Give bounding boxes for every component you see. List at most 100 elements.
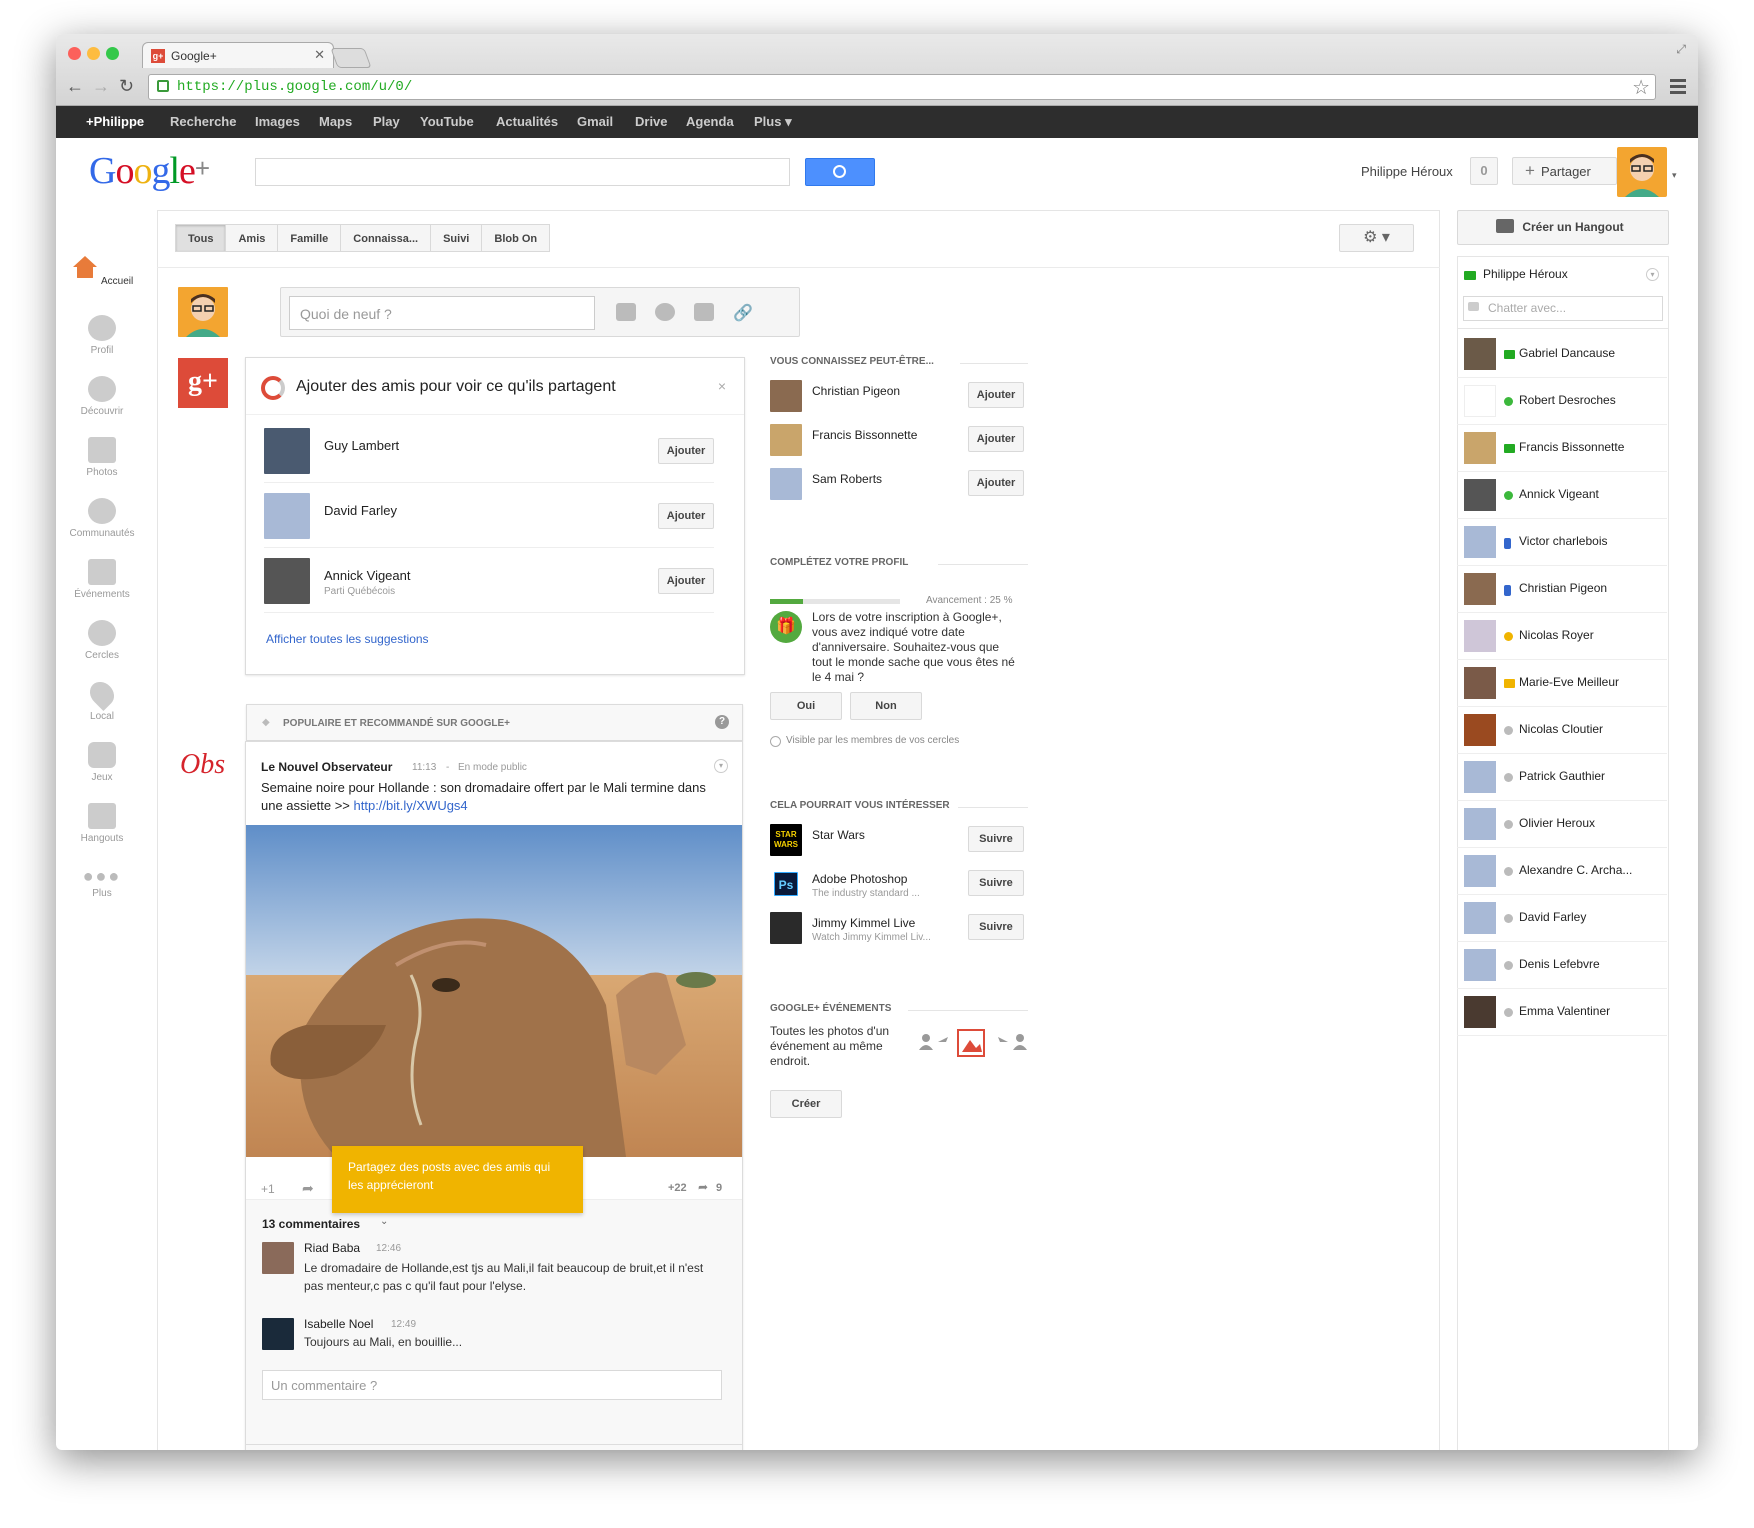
page-name[interactable]: Star Wars xyxy=(812,828,865,842)
nav-local[interactable]: Local xyxy=(56,677,148,722)
nav-hangouts[interactable]: Hangouts xyxy=(56,803,148,844)
share-tooltip[interactable]: Partagez des posts avec des amis qui les… xyxy=(332,1146,583,1213)
event-calendar-icon[interactable] xyxy=(694,303,714,321)
stream-settings-button[interactable]: ⚙ ▾ xyxy=(1339,224,1414,252)
chat-contact-row[interactable]: Annick Vigeant xyxy=(1457,472,1667,519)
avatar[interactable] xyxy=(770,468,802,500)
photo-icon[interactable] xyxy=(616,303,636,321)
comment-author[interactable]: Riad Baba xyxy=(304,1241,360,1255)
show-all-suggestions-link[interactable]: Afficher toutes les suggestions xyxy=(266,632,429,646)
close-window-button[interactable] xyxy=(68,47,81,60)
tab-all[interactable]: Tous xyxy=(175,224,227,252)
close-tab-icon[interactable]: ✕ xyxy=(314,47,325,63)
address-bar[interactable]: https://plus.google.com/u/0/ xyxy=(148,74,1656,100)
google-plus-logo[interactable]: Google+ xyxy=(89,149,210,193)
nav-home[interactable]: Accueil xyxy=(56,254,148,287)
browser-tab[interactable]: g+ Google+ ✕ xyxy=(142,42,334,68)
share-count[interactable]: 9 xyxy=(716,1182,722,1194)
chat-search-input[interactable]: Chatter avec... xyxy=(1463,296,1663,321)
gbar-link-drive[interactable]: Drive xyxy=(635,114,668,129)
zoom-window-button[interactable] xyxy=(106,47,119,60)
avatar[interactable] xyxy=(264,558,310,604)
post-visibility[interactable]: En mode public xyxy=(458,762,527,773)
whats-new-input[interactable]: Quoi de neuf ? xyxy=(289,296,595,330)
page-name[interactable]: Jimmy Kimmel Live xyxy=(812,916,915,930)
starwars-logo[interactable]: STAR WARS xyxy=(770,824,802,856)
nav-circles[interactable]: Cercles xyxy=(56,620,148,661)
photoshop-logo[interactable]: Ps xyxy=(774,872,798,896)
add-button[interactable]: Ajouter xyxy=(658,568,714,594)
search-button[interactable] xyxy=(805,158,875,186)
nav-discover[interactable]: Découvrir xyxy=(56,376,148,417)
kimmel-avatar[interactable] xyxy=(770,912,802,944)
comment-input[interactable]: Un commentaire ? xyxy=(262,1370,722,1400)
chat-contact-row[interactable]: Denis Lefebvre xyxy=(1457,942,1667,989)
nav-games[interactable]: Jeux xyxy=(56,742,148,783)
add-button[interactable]: Ajouter xyxy=(658,438,714,464)
post-link[interactable]: http://bit.ly/XWUgs4 xyxy=(354,798,468,813)
avatar[interactable] xyxy=(770,380,802,412)
chat-contact-row[interactable]: Francis Bissonnette xyxy=(1457,425,1667,472)
account-avatar[interactable] xyxy=(1617,147,1667,197)
chat-contact-row[interactable]: Nicolas Cloutier xyxy=(1457,707,1667,754)
avatar[interactable] xyxy=(262,1318,294,1350)
chat-contact-row[interactable]: Alexandre C. Archa... xyxy=(1457,848,1667,895)
back-icon[interactable]: ← xyxy=(66,76,84,97)
chat-me-name[interactable]: Philippe Héroux xyxy=(1483,267,1568,281)
comment-author[interactable]: Isabelle Noel xyxy=(304,1317,373,1331)
gbar-link-youtube[interactable]: YouTube xyxy=(420,114,474,129)
link-icon[interactable]: 🔗 xyxy=(733,303,753,322)
avatar[interactable] xyxy=(262,1242,294,1274)
tab-acquaintances[interactable]: Connaissa... xyxy=(340,224,432,252)
account-chevron-down-icon[interactable]: ▾ xyxy=(1672,170,1677,181)
gbar-link-calendar[interactable]: Agenda xyxy=(686,114,734,129)
search-input[interactable] xyxy=(255,158,790,186)
create-event-button[interactable]: Créer xyxy=(770,1090,842,1118)
account-name[interactable]: Philippe Héroux xyxy=(1361,164,1453,179)
plus-one-button[interactable]: +1 xyxy=(261,1182,275,1196)
person-name[interactable]: David Farley xyxy=(324,503,397,518)
reload-icon[interactable]: ↻ xyxy=(119,76,134,97)
add-button[interactable]: Ajouter xyxy=(968,382,1024,408)
gbar-link-more[interactable]: Plus ▾ xyxy=(754,114,792,130)
new-tab-button[interactable] xyxy=(330,48,372,68)
minimize-window-button[interactable] xyxy=(87,47,100,60)
chat-contact-row[interactable]: David Farley xyxy=(1457,895,1667,942)
gbar-link-maps[interactable]: Maps xyxy=(319,114,352,129)
create-hangout-button[interactable]: Créer un Hangout xyxy=(1457,210,1669,245)
chat-contact-row[interactable]: Emma Valentiner xyxy=(1457,989,1667,1036)
person-name[interactable]: Sam Roberts xyxy=(812,472,882,486)
chat-contact-row[interactable]: Olivier Heroux xyxy=(1457,801,1667,848)
post-author[interactable]: Le Nouvel Observateur xyxy=(261,760,392,774)
bookmark-star-icon[interactable]: ☆ xyxy=(1632,75,1650,100)
follow-button[interactable]: Suivre xyxy=(968,870,1024,896)
avatar[interactable] xyxy=(264,428,310,474)
add-button[interactable]: Ajouter xyxy=(658,503,714,529)
gbar-link-profile[interactable]: +Philippe xyxy=(86,114,144,129)
gbar-link-play[interactable]: Play xyxy=(373,114,400,129)
browser-menu-icon[interactable] xyxy=(1670,79,1686,97)
nav-photos[interactable]: Photos xyxy=(56,437,148,478)
plus-count[interactable]: +22 xyxy=(668,1182,687,1194)
tab-friends[interactable]: Amis xyxy=(225,224,279,252)
share-button[interactable]: + Partager xyxy=(1512,157,1617,185)
chat-contact-row[interactable]: Gabriel Dancause xyxy=(1457,331,1667,378)
tab-family[interactable]: Famille xyxy=(277,224,342,252)
gbar-link-gmail[interactable]: Gmail xyxy=(577,114,613,129)
share-arrow-icon[interactable]: ➦ xyxy=(302,1180,314,1197)
add-button[interactable]: Ajouter xyxy=(968,426,1024,452)
post-time[interactable]: 11:13 xyxy=(412,762,436,773)
close-icon[interactable]: × xyxy=(718,378,726,394)
chat-contact-row[interactable]: Victor charlebois xyxy=(1457,519,1667,566)
help-icon[interactable]: ? xyxy=(715,715,729,729)
comments-count[interactable]: 13 commentaires xyxy=(262,1217,360,1231)
avatar[interactable] xyxy=(770,424,802,456)
person-name[interactable]: Christian Pigeon xyxy=(812,384,900,398)
person-name[interactable]: Annick Vigeant xyxy=(324,568,411,583)
avatar[interactable] xyxy=(264,493,310,539)
post-menu-chevron-icon[interactable]: ▾ xyxy=(714,759,728,773)
obs-logo[interactable]: Obs xyxy=(180,749,225,781)
nav-events[interactable]: Événements xyxy=(56,559,148,600)
tab-following[interactable]: Suivi xyxy=(430,224,483,252)
chat-contact-row[interactable]: Christian Pigeon xyxy=(1457,566,1667,613)
